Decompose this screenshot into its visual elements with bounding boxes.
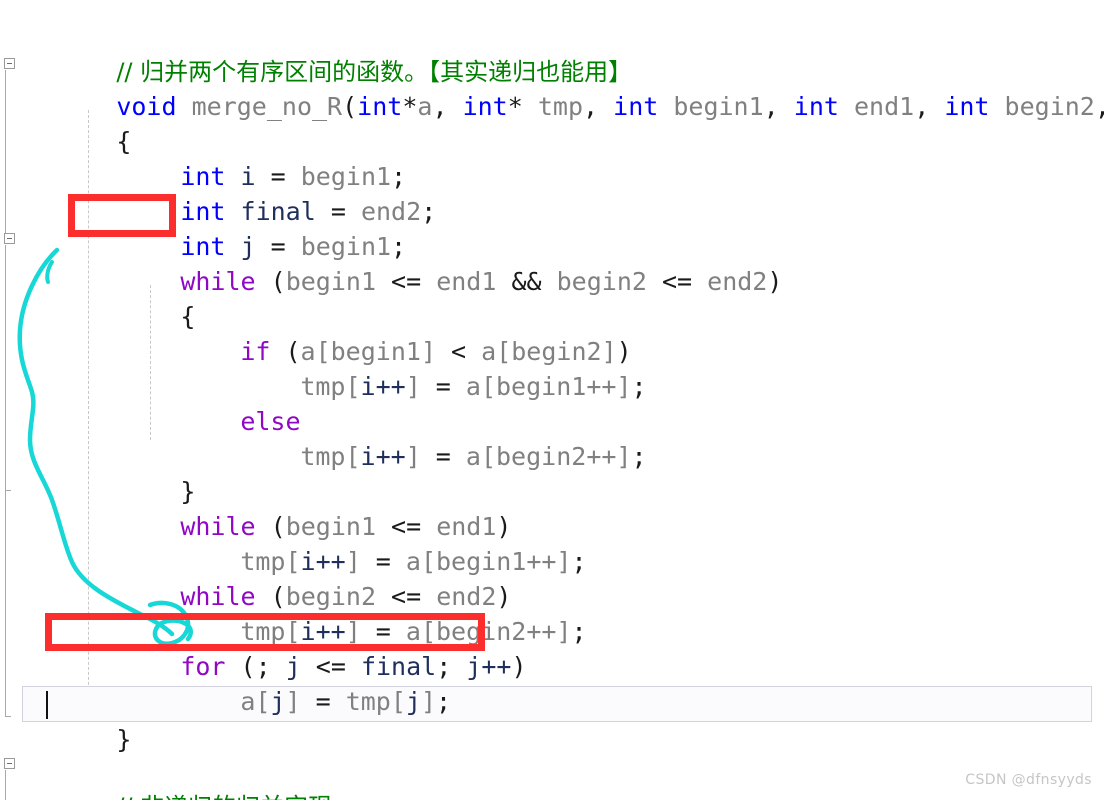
- code-line-decl-final[interactable]: int final = end2;: [0, 158, 1104, 226]
- code-line-assign-tmp-3[interactable]: tmp[i++] = a[begin1++];: [0, 508, 1104, 576]
- code-line-if[interactable]: if (a[begin1] < a[begin2]): [0, 298, 1104, 366]
- code-line-for[interactable]: for (; j <= final; j++): [0, 613, 1104, 681]
- code-editor-screenshot: // 归并两个有序区间的函数。【其实递归也能用】 void merge_no_R…: [0, 0, 1104, 800]
- code-line-decl-j[interactable]: int j = begin1;: [0, 193, 1104, 261]
- code-line-comment-header[interactable]: // 归并两个有序区间的函数。【其实递归也能用】: [0, 18, 1104, 86]
- code-line-assign-tmp-1[interactable]: tmp[i++] = a[begin1++];: [0, 333, 1104, 401]
- code-line-while-main[interactable]: while (begin1 <= end1 && begin2 <= end2): [0, 228, 1104, 296]
- code-line-close-brace-while[interactable]: }: [0, 438, 1104, 506]
- code-line-comment-footer-2[interactable]: // 次循环分去要个区间归并: [0, 786, 1104, 800]
- code-line-assign-tmp-4[interactable]: tmp[i++] = a[begin2++];: [0, 578, 1104, 646]
- code-line-assign-tmp-2[interactable]: tmp[i++] = a[begin2++];: [0, 403, 1104, 471]
- csdn-watermark: CSDN @dfnsyyds: [965, 772, 1092, 788]
- code-content[interactable]: // 归并两个有序区间的函数。【其实递归也能用】 void merge_no_R…: [0, 0, 1104, 800]
- code-line-close-brace-function[interactable]: }: [0, 686, 1104, 754]
- code-line-open-brace-while[interactable]: {: [0, 263, 1104, 331]
- code-line-decl-i[interactable]: int i = begin1;: [0, 123, 1104, 191]
- code-line-copy-back[interactable]: a[j] = tmp[j];: [0, 648, 1104, 716]
- code-line-comment-footer-1[interactable]: // 非递归的归并实现。: [0, 753, 1104, 800]
- brace-close-function: }: [116, 725, 132, 754]
- code-line-open-brace-function[interactable]: {: [0, 88, 1104, 156]
- code-line-while-tail-2[interactable]: while (begin2 <= end2): [0, 543, 1104, 611]
- code-line-function-signature[interactable]: void merge_no_R(int*a, int* tmp, int beg…: [0, 53, 1104, 121]
- code-line-while-tail-1[interactable]: while (begin1 <= end1): [0, 473, 1104, 541]
- code-line-else[interactable]: else: [0, 368, 1104, 436]
